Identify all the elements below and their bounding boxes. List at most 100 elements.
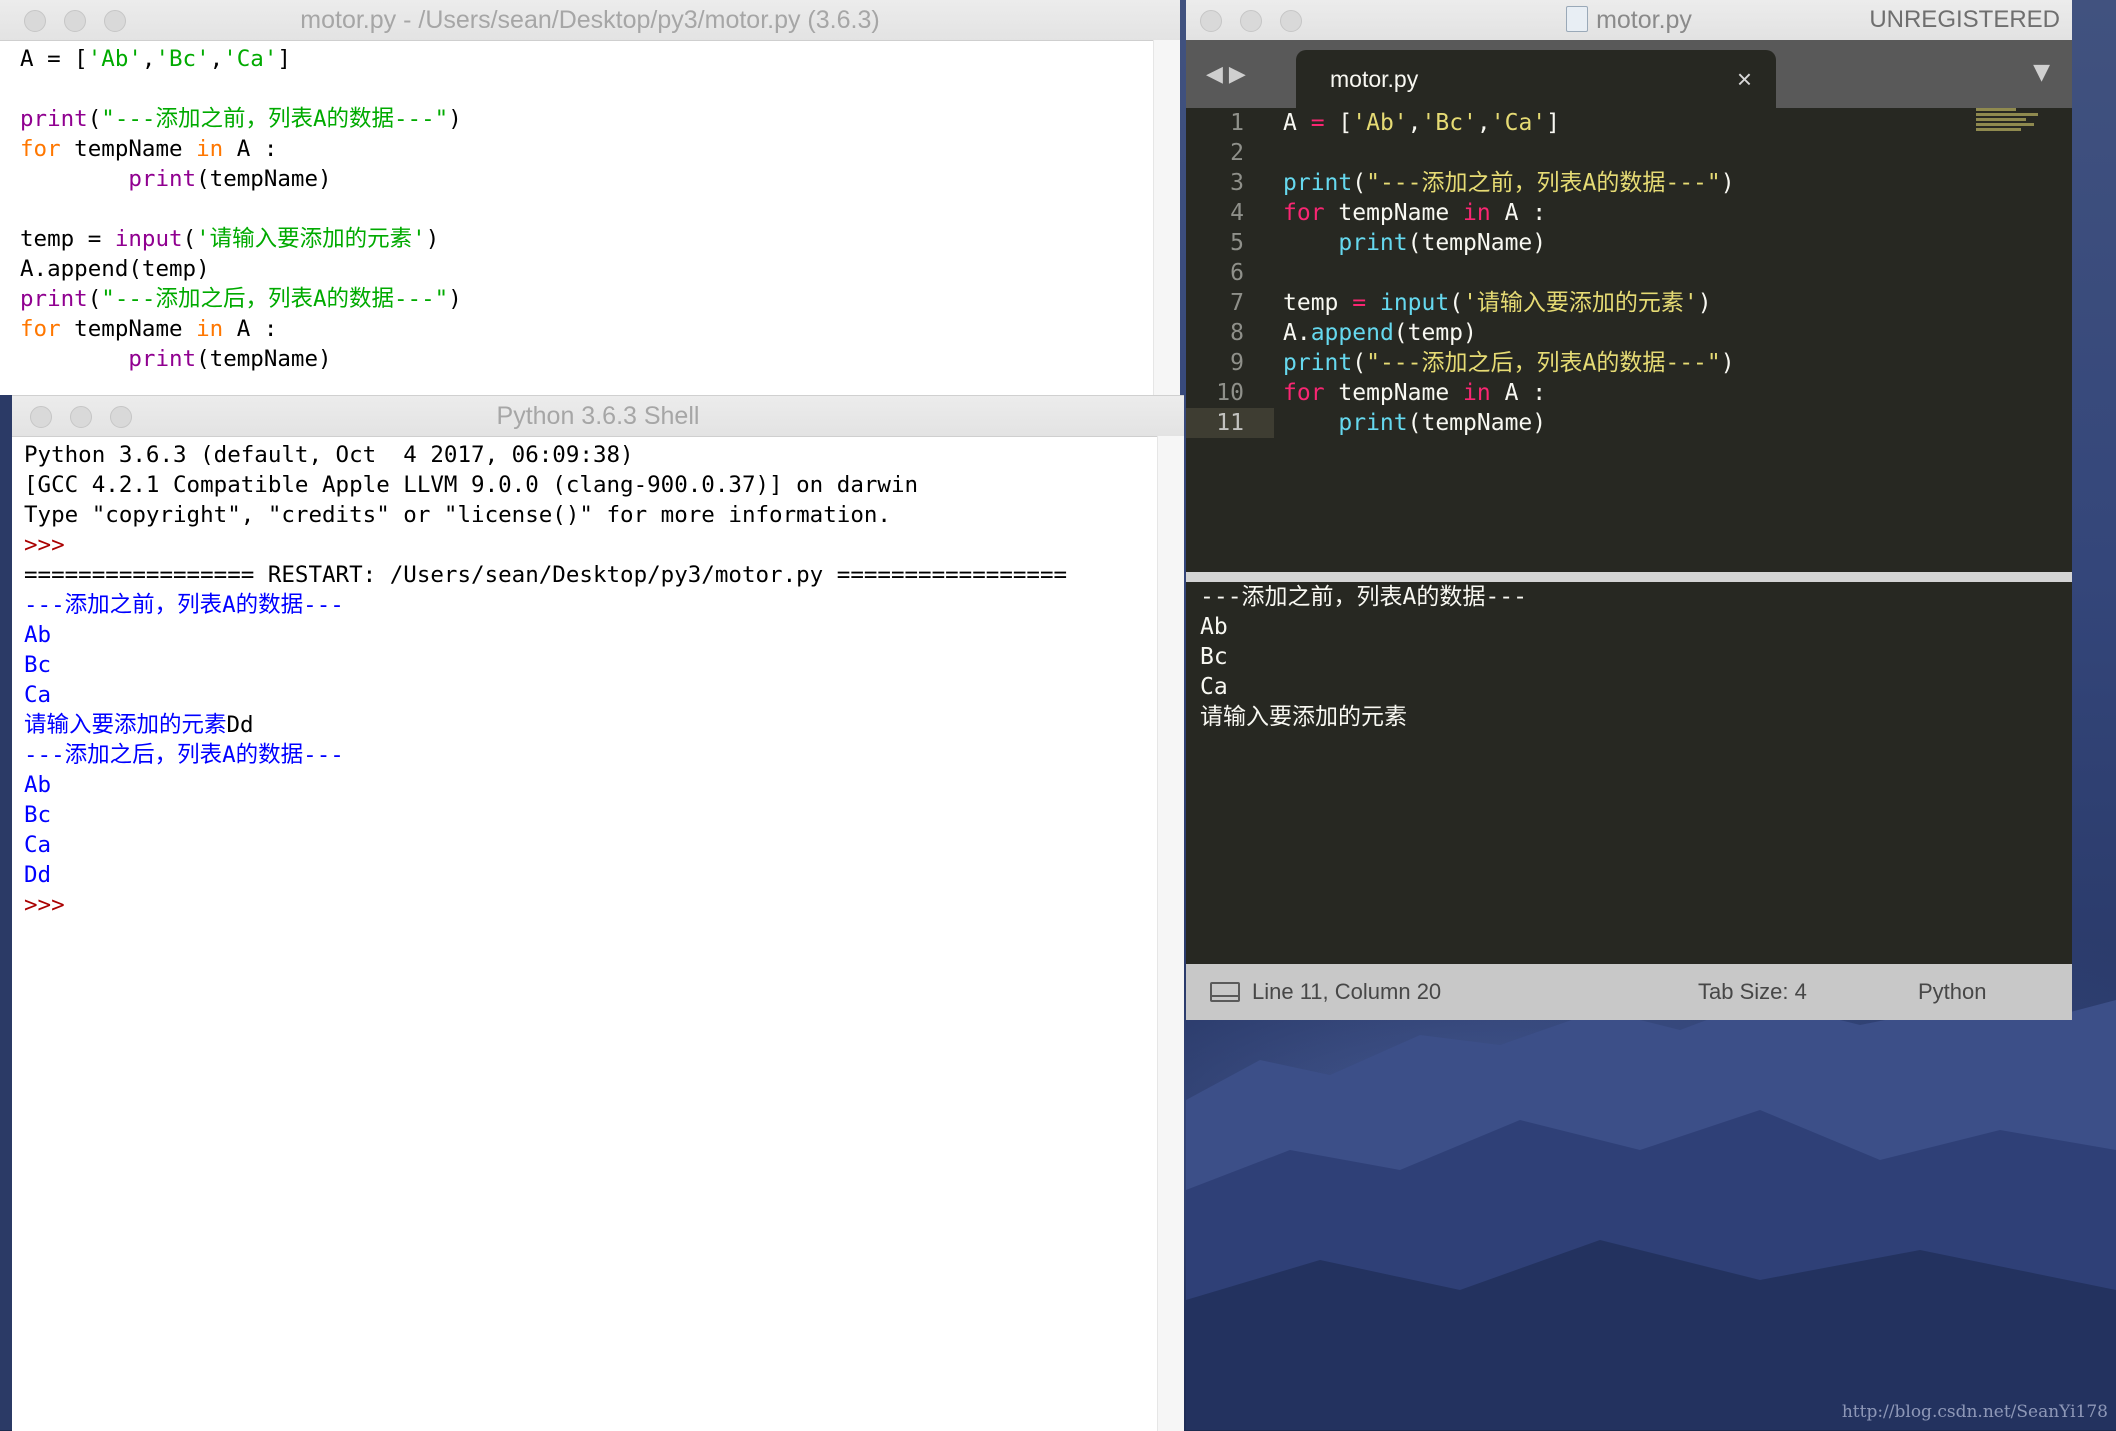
document-icon [1566, 6, 1589, 32]
idle-code-token: ) [448, 286, 462, 312]
shell-scrollbar[interactable] [1157, 436, 1184, 1431]
idle-editor-window: motor.py - /Users/sean/Desktop/py3/motor… [0, 0, 1180, 395]
status-bar: Line 11, Column 20 Tab Size: 4 Python [1186, 964, 2072, 1020]
sublime-window: motor.py UNREGISTERED ◀▶ motor.py × ▼ 1 2… [1186, 0, 2072, 1020]
line-number: 8 [1230, 320, 1244, 346]
shell-line: ---添加之前，列表A的数据--- [24, 590, 1067, 620]
panel-toggle-icon[interactable] [1210, 982, 1240, 1002]
idle-code-token [20, 346, 128, 372]
sublime-code-token: ( [1352, 170, 1367, 196]
shell-token: Ca [24, 832, 52, 858]
sublime-code-token: A. [1283, 320, 1311, 346]
sublime-code-token: (tempName) [1407, 410, 1547, 436]
idle-code-token: tempName [60, 136, 197, 162]
sublime-code-token [1283, 410, 1338, 436]
shell-line: Type "copyright", "credits" or "license(… [24, 500, 1067, 530]
shell-line: Ca [24, 680, 1067, 710]
tab-dropdown-icon[interactable]: ▼ [2033, 60, 2050, 85]
sublime-code-token: "---添加之后，列表A的数据---" [1366, 350, 1721, 376]
line-number: 2 [1230, 140, 1244, 166]
idle-code-token: '请输入要添加的元素' [196, 226, 426, 252]
sublime-code-token: for [1283, 200, 1325, 226]
sublime-code-token: A [1283, 110, 1311, 136]
sublime-code-token: print [1338, 410, 1408, 436]
build-output-line: Bc [1200, 644, 1228, 670]
sublime-titlebar[interactable]: motor.py UNREGISTERED [1186, 0, 2072, 41]
idle-code-line: temp = input('请输入要添加的元素') [20, 224, 462, 254]
shell-token: Bc [24, 802, 52, 828]
sublime-code-line: for tempName in A : [1283, 378, 1735, 408]
sublime-code-token: "---添加之前，列表A的数据---" [1366, 170, 1721, 196]
idle-code-area[interactable]: A = ['Ab','Bc','Ca'] print("---添加之前，列表A的… [20, 44, 462, 374]
build-output-panel[interactable]: ---添加之前，列表A的数据--- Ab Bc Ca 请输入要添加的元素 [1190, 582, 2068, 964]
sublime-code-token: tempName [1324, 380, 1464, 406]
sublime-code-token: = [1352, 290, 1367, 316]
sublime-code-token: ) [1720, 170, 1735, 196]
sublime-code-line: temp = input('请输入要添加的元素') [1283, 288, 1735, 318]
idle-code-line [20, 74, 462, 104]
idle-editor-scrollbar[interactable] [1153, 40, 1180, 395]
shell-token: Dd [226, 712, 254, 738]
idle-code-token: print [128, 166, 197, 192]
sublime-code-token: for [1283, 380, 1325, 406]
sublime-code-token: input [1379, 290, 1450, 316]
idle-code-token: (tempName) [196, 166, 332, 192]
syntax-selector[interactable]: Python [1918, 964, 1987, 1020]
idle-code-token: "---添加之前，列表A的数据---" [101, 106, 449, 132]
sublime-code-line: print("---添加之后，列表A的数据---") [1283, 348, 1735, 378]
idle-code-token: for [20, 136, 61, 162]
sublime-code-token: A : [1490, 380, 1547, 406]
unregistered-label: UNREGISTERED [1869, 6, 2060, 33]
shell-line: 请输入要添加的元素Dd [24, 710, 1067, 740]
idle-code-token: A.append(temp) [20, 256, 210, 282]
idle-code-line: print(tempName) [20, 344, 462, 374]
tab-size-selector[interactable]: Tab Size: 4 [1698, 964, 1807, 1020]
shell-line: Bc [24, 800, 1067, 830]
idle-code-token: (tempName) [196, 346, 332, 372]
sublime-code-token: ) [1697, 290, 1712, 316]
idle-code-token: print [20, 106, 88, 132]
sublime-code-line: A = ['Ab','Bc','Ca'] [1283, 108, 1735, 138]
sublime-code-line [1283, 138, 1735, 168]
build-output-line: ---添加之前，列表A的数据--- [1200, 584, 1527, 610]
line-number: 4 [1230, 200, 1244, 226]
line-number: 11 [1186, 408, 1274, 438]
sublime-code-token: in [1463, 380, 1491, 406]
tab-motor-py[interactable]: motor.py × [1296, 50, 1776, 108]
sublime-code-token: (temp) [1393, 320, 1477, 346]
line-number: 9 [1230, 350, 1244, 376]
shell-token: Python 3.6.3 (default, Oct 4 2017, 06:09… [24, 442, 634, 468]
shell-line: ================= RESTART: /Users/sean/D… [24, 560, 1067, 590]
line-number: 10 [1216, 380, 1244, 406]
idle-code-token: print [128, 346, 197, 372]
shell-token: Dd [24, 862, 52, 888]
sublime-code-line: for tempName in A : [1283, 198, 1735, 228]
shell-titlebar[interactable]: Python 3.6.3 Shell [12, 396, 1184, 437]
idle-code-token: A = ['Ab','Bc','Ca'] [20, 46, 291, 72]
idle-code-line: for tempName in A : [20, 314, 462, 344]
shell-token: ---添加之后，列表A的数据--- [24, 742, 344, 768]
minimap[interactable] [1976, 108, 2046, 158]
line-number: 1 [1230, 110, 1244, 136]
idle-code-token: for [20, 316, 61, 342]
idle-code-token: tempName [60, 316, 197, 342]
sublime-code-line: A.append(temp) [1283, 318, 1735, 348]
sublime-code-area[interactable]: A = ['Ab','Bc','Ca'] print("---添加之前，列表A的… [1283, 108, 1735, 438]
idle-code-line: A.append(temp) [20, 254, 462, 284]
idle-code-line: print(tempName) [20, 164, 462, 194]
sublime-code-token: 'Ab' [1352, 110, 1408, 136]
sublime-code-token: ( [1352, 350, 1367, 376]
idle-editor-titlebar[interactable]: motor.py - /Users/sean/Desktop/py3/motor… [0, 0, 1180, 41]
tab-close-icon[interactable]: × [1737, 50, 1752, 108]
shell-output-area[interactable]: Python 3.6.3 (default, Oct 4 2017, 06:09… [24, 440, 1067, 920]
panel-divider[interactable] [1186, 572, 2072, 582]
sublime-code-token [1283, 230, 1338, 256]
sublime-code-line [1283, 258, 1735, 288]
idle-code-line: print("---添加之前，列表A的数据---") [20, 104, 462, 134]
sublime-code-token: 'Bc' [1421, 110, 1477, 136]
sublime-code-token: in [1463, 200, 1491, 226]
idle-code-token: ) [448, 106, 462, 132]
tab-nav-arrows-icon[interactable]: ◀▶ [1206, 62, 1252, 87]
sublime-code-token: 'Ca' [1490, 110, 1547, 136]
idle-code-token: print [20, 286, 88, 312]
